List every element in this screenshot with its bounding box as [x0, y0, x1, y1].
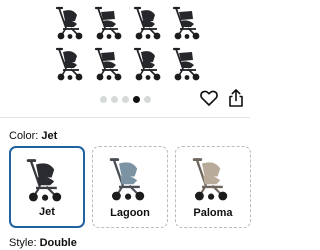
- product-image[interactable]: [0, 0, 250, 86]
- selected-color-value: Jet: [41, 130, 58, 142]
- color-swatch-lagoon[interactable]: Lagoon: [92, 146, 168, 228]
- heart-icon[interactable]: [199, 88, 219, 108]
- swatch-label: Lagoon: [110, 207, 150, 219]
- color-swatch-jet[interactable]: Jet: [9, 146, 85, 228]
- color-swatch-paloma[interactable]: Paloma: [175, 146, 251, 228]
- carousel-dot[interactable]: [121, 96, 129, 103]
- style-selection-label: Style: Double: [9, 236, 77, 250]
- stroller-configurations-image: [55, 6, 200, 81]
- carousel-dot[interactable]: [143, 96, 151, 103]
- selected-style-value: Double: [39, 237, 77, 249]
- style-label: Style:: [9, 237, 37, 249]
- carousel-dot[interactable]: [99, 96, 107, 103]
- color-label: Color:: [9, 130, 39, 142]
- stroller-thumbnail: [192, 158, 228, 201]
- stroller-thumbnail: [26, 159, 62, 202]
- share-icon[interactable]: [226, 88, 246, 108]
- swatch-label: Paloma: [193, 207, 233, 219]
- carousel-dot[interactable]: [110, 96, 118, 103]
- section-divider: [0, 117, 250, 118]
- swatch-label: Jet: [39, 206, 55, 218]
- color-selection-label: Color: Jet: [9, 129, 57, 143]
- carousel-dot[interactable]: [132, 96, 140, 103]
- stroller-thumbnail: [109, 158, 145, 201]
